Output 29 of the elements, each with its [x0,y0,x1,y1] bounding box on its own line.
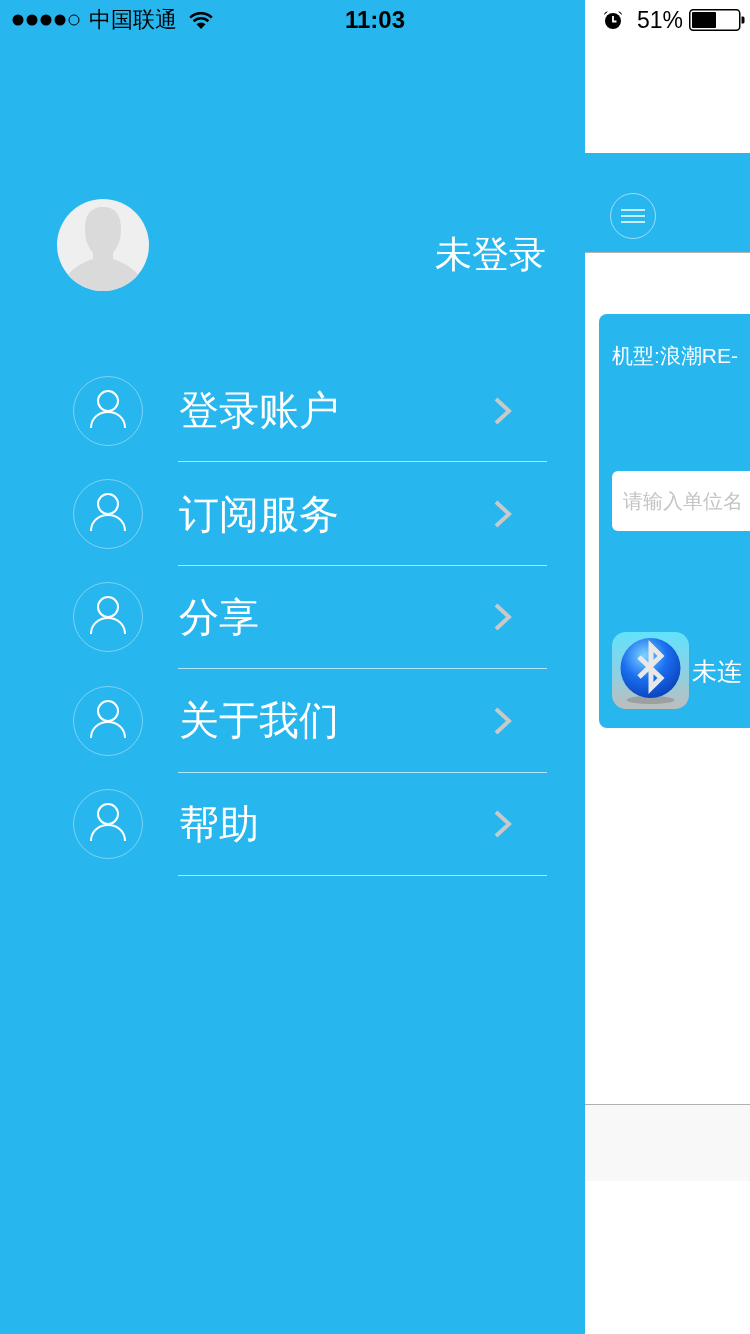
battery-percent: 51% [636,8,683,32]
person-icon [73,789,143,860]
chevron-right-icon [494,396,512,425]
unit-name-field[interactable]: 请输入单位名 [612,471,750,532]
menu-icon [621,209,645,223]
person-icon [73,479,143,550]
menu-item[interactable]: 帮助 [73,772,547,876]
login-status: 未登录 [435,232,546,277]
menu-item[interactable]: 登录账户 [73,359,547,463]
person-icon [73,582,143,653]
battery-icon [689,9,745,31]
menu-item[interactable]: 关于我们 [73,669,547,773]
menu-item[interactable]: 分享 [73,565,547,670]
menu-item[interactable]: 订阅服务 [73,462,547,566]
person-icon [73,375,143,446]
carrier-name: 中国联通 [89,9,177,31]
clock-time: 11:03 [344,8,406,32]
avatar-icon [57,199,149,291]
alarm-clock-icon [602,10,623,30]
signal-icon [12,14,80,26]
wifi-icon [189,11,213,29]
chevron-right-icon [494,500,512,529]
bluetooth-icon [612,632,689,710]
chevron-right-icon [494,706,512,735]
chevron-right-icon [494,603,512,632]
chevron-right-icon [494,810,512,839]
connection-status: 未连 [692,655,742,686]
device-model: 机型:浪潮RE- [612,343,738,369]
person-icon [73,685,143,756]
